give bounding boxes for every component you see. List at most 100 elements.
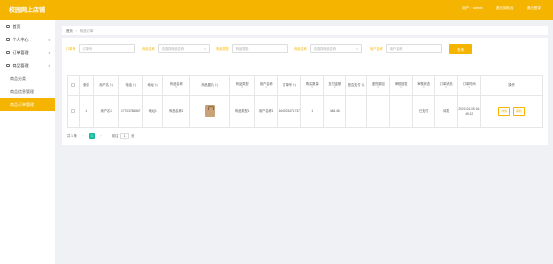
product-type-input[interactable]: 商品类型 <box>231 44 288 53</box>
pager-total: 共 1 条 <box>67 134 77 138</box>
column-header[interactable]: 审核回复 ⇅ <box>389 75 414 96</box>
breadcrumb-current: 商品订单 <box>79 29 94 33</box>
sort-icon[interactable]: ⇅ <box>324 86 345 89</box>
logout-link[interactable]: 退出登录 <box>527 6 541 10</box>
filter-product-name: 商品名称 请选择商品名称 ▾ <box>142 44 210 53</box>
column-header[interactable]: 退货原因 ⇅ <box>366 75 391 96</box>
sort-icon[interactable]: ⇅ <box>133 83 136 87</box>
cell-phone: 17703786867 <box>118 95 144 128</box>
cell-address: 地址1 <box>142 95 164 128</box>
sort-icon[interactable]: ⇅ <box>163 86 189 89</box>
product-bag-image <box>204 104 215 117</box>
cell-reason <box>366 95 391 128</box>
breadcrumb: 首页 / 商品订单 <box>62 26 548 35</box>
next-page-button[interactable]: › <box>98 133 104 139</box>
sidebar-item-home[interactable]: 首页 <box>0 20 55 33</box>
sidebar-subitem-category[interactable]: 商品分类 <box>0 72 55 85</box>
filter-label: 商品名称 <box>294 47 307 51</box>
sidebar-item-label: 首页 <box>12 23 21 29</box>
column-header[interactable]: 地址 ⇅ <box>142 75 164 96</box>
cell-username: 用户名1 <box>93 95 120 128</box>
cell-reply <box>389 95 414 128</box>
sidebar-item-goods[interactable]: 商品管理 ▾ <box>0 59 55 72</box>
cell-audit-status: 已支付 <box>412 95 436 128</box>
cell-type: 商品类型1 <box>229 95 256 128</box>
product-name-select-2[interactable]: 请选择商品名称 ▾ <box>309 44 362 53</box>
breadcrumb-home[interactable]: 首页 <box>66 28 73 33</box>
top-links: 用户：admin 退出到前台 退出登录 <box>450 6 541 11</box>
row-checkbox-cell[interactable] <box>67 95 80 128</box>
column-header[interactable]: 审核状态 ⇅ <box>412 75 436 96</box>
sidebar-subitem-goods-orders[interactable]: 商品订单管理 <box>0 98 55 111</box>
column-header[interactable]: 购买数量 ⇅ <box>300 75 325 96</box>
order-icon <box>6 50 10 55</box>
sort-icon[interactable]: ⇅ <box>390 86 412 89</box>
column-header[interactable]: 用户名 ⇅ <box>93 75 120 96</box>
column-header[interactable]: 商品图片 ⇅ <box>189 75 231 96</box>
sidebar: 首页 个人中心 ▾ 订单管理 ▾ 商品管理 ▾ 商品分类 商品信息管理 商品订单… <box>0 20 55 264</box>
column-header[interactable]: 支付金额 ⇅ <box>323 75 347 96</box>
sort-icon[interactable]: ⇅ <box>255 86 277 89</box>
column-header[interactable]: 用户名称 ⇅ <box>254 75 279 96</box>
sort-icon[interactable]: ⇅ <box>155 83 158 87</box>
chevron-down-icon: ▾ <box>204 46 206 51</box>
filter-label: 商品类型 <box>216 47 229 51</box>
sidebar-item-profile[interactable]: 个人中心 ▾ <box>0 33 55 46</box>
goto-suffix: 页 <box>131 134 135 138</box>
sort-icon[interactable]: ⇅ <box>230 86 254 89</box>
filter-product-type: 商品类型 商品类型 <box>216 44 288 53</box>
page-button-current[interactable]: 1 <box>88 132 95 139</box>
goto-page-input[interactable]: 1 <box>120 132 130 139</box>
cell-time: 2022-04-06 16:45:12 <box>457 95 482 128</box>
filter-product-name-2: 商品名称 请选择商品名称 ▾ <box>294 44 362 53</box>
audit-button[interactable]: 审核 <box>513 107 526 116</box>
checkbox[interactable] <box>71 108 76 113</box>
chevron-down-icon: ▾ <box>48 63 50 68</box>
column-header[interactable]: 订单时间 ⇅ <box>457 75 482 96</box>
table-header-row: 索引 用户名 ⇅ 电话 ⇅ 地址 ⇅ 商品名称 ⇅ 商品图片 ⇅ 商品类型 ⇅ 用户… <box>67 75 543 96</box>
frontend-link[interactable]: 退出到前台 <box>496 6 514 10</box>
column-header[interactable]: 电话 ⇅ <box>118 75 144 96</box>
detail-button[interactable]: 详情 <box>498 107 511 116</box>
goods-icon <box>6 63 10 68</box>
sort-icon[interactable]: ⇅ <box>293 83 296 87</box>
sidebar-item-label: 商品管理 <box>12 62 29 68</box>
filter-label: 订单号 <box>66 47 76 51</box>
column-header-label: 是否支付 <box>347 83 361 88</box>
sort-icon[interactable]: ⇅ <box>435 86 457 89</box>
column-header[interactable]: 是否支付 ⇅ <box>345 75 368 96</box>
app-title: 校园网上店铺 <box>9 8 46 14</box>
sort-icon[interactable]: ⇅ <box>413 86 434 89</box>
select-placeholder: 请选择商品名称 <box>161 47 185 51</box>
user-name-input[interactable]: 用户名称 <box>385 44 442 53</box>
main-panel: 订单号 订单号 商品名称 请选择商品名称 ▾ 商品类型 商品类型 商品名称 请选… <box>62 38 548 145</box>
sort-icon[interactable]: ⇅ <box>301 86 323 89</box>
cell-product-image <box>189 95 231 128</box>
cell-amount: 448.48 <box>323 95 347 128</box>
sort-icon[interactable]: ⇅ <box>367 86 389 89</box>
search-button[interactable]: 查询 <box>449 44 472 54</box>
order-no-input[interactable]: 订单号 <box>78 44 135 53</box>
filter-order-no: 订单号 订单号 <box>66 44 135 53</box>
user-icon <box>6 37 10 42</box>
sort-icon[interactable]: ⇅ <box>361 83 364 87</box>
sidebar-item-orders[interactable]: 订单管理 ▾ <box>0 46 55 59</box>
column-header-label: 地址 <box>147 83 154 88</box>
prev-page-button[interactable]: ‹ <box>80 133 86 139</box>
product-name-select[interactable]: 请选择商品名称 ▾ <box>157 44 210 53</box>
sidebar-item-label: 订单管理 <box>12 49 29 55</box>
column-header[interactable]: 商品名称 ⇅ <box>162 75 191 96</box>
select-all-checkbox[interactable] <box>67 75 80 96</box>
sort-icon[interactable]: ⇅ <box>458 86 480 89</box>
column-header[interactable]: 订单号 ⇅ <box>277 75 302 96</box>
column-header[interactable]: 订单状态 ⇅ <box>434 75 459 96</box>
filter-user-name: 用户名称 用户名称 <box>370 44 442 53</box>
column-header[interactable]: 商品类型 ⇅ <box>229 75 256 96</box>
checkbox[interactable] <box>71 82 76 87</box>
sidebar-subitem-goods-info[interactable]: 商品信息管理 <box>0 85 55 98</box>
sort-icon[interactable]: ⇅ <box>215 83 218 87</box>
cell-product: 商品名称1 <box>162 95 191 128</box>
chevron-down-icon: ▾ <box>48 37 50 42</box>
user-label: 用户：admin <box>462 6 483 10</box>
sort-icon[interactable]: ⇅ <box>110 83 113 87</box>
